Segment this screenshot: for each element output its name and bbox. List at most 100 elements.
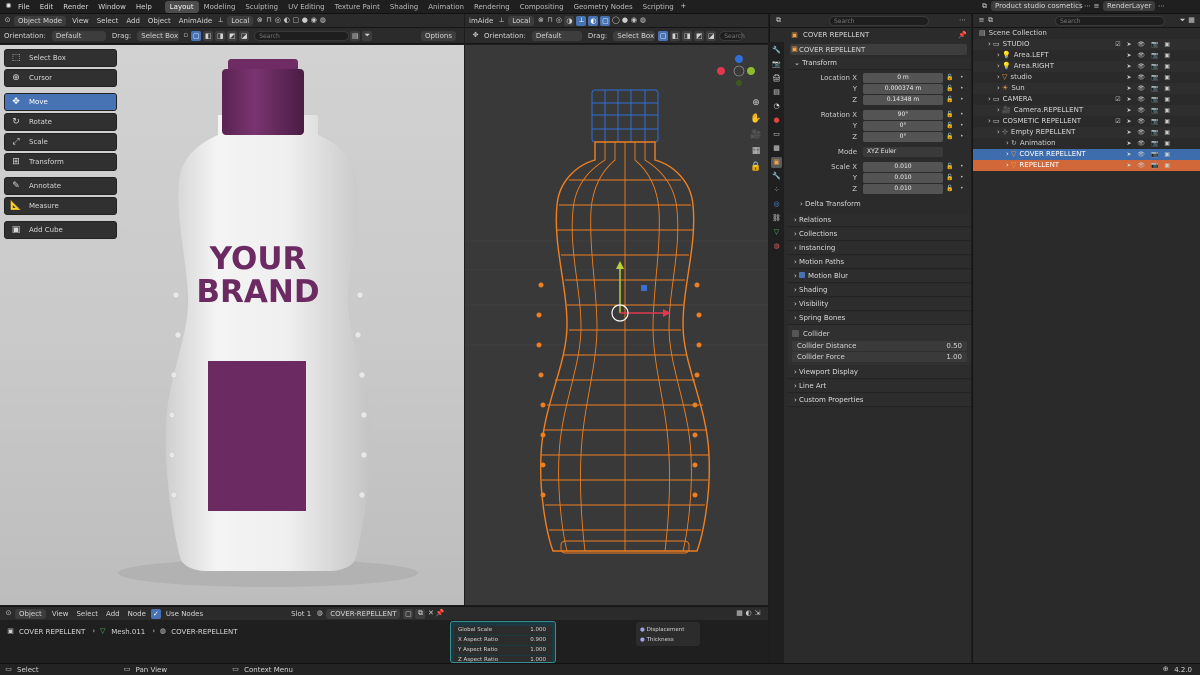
keyframe-location-z-icon[interactable]: •	[960, 96, 964, 103]
shader-add-menu[interactable]: Add	[102, 610, 124, 618]
collider-force-field[interactable]: Collider Force 1.00	[792, 352, 967, 362]
add-workspace-icon[interactable]: +	[679, 2, 688, 11]
object-mode-selector[interactable]: Object Mode	[14, 15, 67, 26]
shader-node-canvas[interactable]: ▣ COVER REPELLENT › ▽ Mesh.011 › ◍ COVER…	[0, 620, 768, 663]
select-extend-icon-2[interactable]: ◧	[670, 30, 681, 41]
pivot-icon-2[interactable]: ⊗	[536, 16, 545, 25]
tab-scripting[interactable]: Scripting	[638, 1, 679, 13]
location-z-field[interactable]: 0.14348 m	[863, 95, 943, 105]
keyframe-scale-z-icon[interactable]: •	[960, 185, 964, 192]
outliner-row-scene-collection[interactable]: ▤ Scene Collection	[973, 28, 1200, 39]
scene-selector[interactable]: Product studio cosmetics	[991, 1, 1083, 11]
render-layer-selector[interactable]: RenderLayer	[1103, 1, 1155, 11]
tool-move[interactable]: ✥ Move	[4, 93, 117, 111]
properties-editor-type-icon[interactable]: ⧉	[774, 16, 783, 25]
view-layer-tab-icon[interactable]: ▤	[771, 87, 782, 98]
options-button[interactable]: Options	[420, 30, 456, 41]
visibility-toggles-icon[interactable]: ➤ 👁 📷 ▣	[1126, 83, 1172, 94]
tool-transform[interactable]: ⊞ Transform	[4, 153, 117, 171]
mapping-node[interactable]: Global Scale 1.000 X Aspect Ratio 0.900 Y As…	[450, 621, 556, 663]
navigation-gizmo[interactable]	[717, 55, 755, 86]
select-subtract-icon-2[interactable]: ◨	[682, 30, 693, 41]
panel-spring-bones[interactable]: › Spring Bones	[788, 312, 971, 325]
select-invert-icon-2[interactable]: ◩	[694, 30, 705, 41]
network-icon[interactable]: ⊕	[1161, 665, 1170, 674]
menu-edit[interactable]: Edit	[35, 0, 59, 14]
motion-blur-checkbox[interactable]	[799, 272, 806, 278]
data-tab-icon[interactable]: ▽	[771, 227, 782, 238]
keyframe-rotation-z-icon[interactable]: •	[960, 133, 964, 140]
shading-solid-icon[interactable]: ●	[300, 16, 309, 25]
panel-instancing[interactable]: › Instancing	[788, 242, 971, 255]
tool-search-input-2[interactable]: Search	[719, 30, 745, 41]
breadcrumb-material[interactable]: COVER-REPELLENT	[167, 628, 241, 636]
proportional-edit-icon-2[interactable]: ◎	[554, 16, 563, 25]
tool-cursor[interactable]: ⊕ Cursor	[4, 69, 117, 87]
material-tab-icon[interactable]: ◍	[771, 241, 782, 252]
collider-distance-field[interactable]: Collider Distance 0.50	[792, 341, 967, 351]
outliner-row-area-left[interactable]: › 💡 Area.LEFT ➤ 👁 📷 ▣	[973, 50, 1200, 61]
xray-toggle-icon[interactable]: ▢	[600, 15, 611, 26]
visibility-toggles-icon[interactable]: ➤ 👁 📷 ▣	[1126, 61, 1172, 72]
select-mode-icon[interactable]: ▫	[181, 31, 190, 40]
node-input-row[interactable]: Global Scale 1.000	[454, 626, 552, 635]
scale-x-field[interactable]: 0.010	[863, 162, 943, 172]
scale-y-field[interactable]: 0.010	[863, 173, 943, 183]
animaide-menu[interactable]: AnimAide	[175, 17, 216, 25]
node-input-row[interactable]: Z Aspect Ratio 1.000	[454, 656, 552, 662]
tab-animation[interactable]: Animation	[423, 1, 469, 13]
object-name-field[interactable]: ▣ COVER REPELLENT	[790, 44, 967, 55]
tab-sculpting[interactable]: Sculpting	[240, 1, 283, 13]
menu-help[interactable]: Help	[131, 0, 157, 14]
tool-search-input[interactable]: Search	[254, 30, 350, 41]
display-mode-icon[interactable]: ⧉	[986, 16, 995, 25]
visibility-toggle-icon[interactable]: ◑	[564, 15, 575, 26]
location-x-field[interactable]: 0 m	[863, 73, 943, 83]
select-intersect-icon[interactable]: ◪	[239, 30, 250, 41]
tab-compositing[interactable]: Compositing	[515, 1, 569, 13]
visibility-toggles-icon[interactable]: ➤ 👁 📷 ▣	[1126, 72, 1172, 83]
outliner-row-camera-repellent[interactable]: › 🎥 Camera.REPELLENT ➤ 👁 📷 ▣	[973, 105, 1200, 116]
visibility-toggles-icon[interactable]: ☑ ➤ 👁 📷 ▣	[1115, 94, 1172, 105]
search-options-icon[interactable]: ▤	[350, 30, 361, 41]
wireframe-shading-icon[interactable]: ◯	[611, 16, 620, 25]
tool-annotate[interactable]: ✎ Annotate	[4, 177, 117, 195]
panel-viewport-display[interactable]: › Viewport Display	[788, 366, 971, 379]
shading-material-icon[interactable]: ◉	[309, 16, 318, 25]
tool-rotate[interactable]: ↻ Rotate	[4, 113, 117, 131]
world-tab-icon[interactable]: ●	[771, 115, 782, 126]
visibility-toggles-icon[interactable]: ➤ 👁 📷 ▣	[1126, 160, 1172, 171]
drag-selector[interactable]: Select Box	[137, 30, 180, 41]
overlay-shader-icon[interactable]: ◐	[744, 609, 753, 618]
texture-tab-icon[interactable]: ▦	[771, 143, 782, 154]
rotation-x-field[interactable]: 90°	[863, 110, 943, 120]
view-menu[interactable]: View	[68, 17, 93, 25]
pin-shader-icon[interactable]: 📌	[435, 609, 445, 618]
particles-tab-icon[interactable]: ⁘	[771, 185, 782, 196]
physics-tab-icon[interactable]: ◎	[771, 199, 782, 210]
snap-icon[interactable]: ⊓	[264, 16, 273, 25]
gizmo-toggle-icon[interactable]: ⟂	[576, 15, 587, 26]
xray-icon[interactable]: ▢	[291, 16, 300, 25]
collider-toggle[interactable]: Collider	[792, 328, 967, 339]
lock-rotation-z-icon[interactable]: 🔓	[946, 133, 953, 140]
keyframe-rotation-x-icon[interactable]: •	[960, 111, 964, 118]
filter-icon[interactable]: ⏷	[362, 30, 373, 41]
shader-editor-type-icon[interactable]: ⊙	[4, 609, 13, 618]
add-menu[interactable]: Add	[122, 17, 144, 25]
scene-options-icon[interactable]: ⋯	[1083, 2, 1092, 11]
lock-rotation-y-icon[interactable]: 🔓	[946, 122, 953, 129]
orientation-selector-2[interactable]: Default	[531, 30, 582, 41]
overlay-icon[interactable]: ◐	[282, 16, 291, 25]
location-y-field[interactable]: 0.000374 m	[863, 84, 943, 94]
pan-hand-icon[interactable]: ✋	[749, 111, 763, 127]
keyframe-location-x-icon[interactable]: •	[960, 74, 964, 81]
blender-logo-icon[interactable]: ✺	[4, 2, 13, 11]
lock-location-z-icon[interactable]: 🔓	[946, 96, 953, 103]
tool-add-cube[interactable]: ▣ Add Cube	[4, 221, 117, 239]
scale-z-field[interactable]: 0.010	[863, 184, 943, 194]
visibility-toggles-icon[interactable]: ➤ 👁 📷 ▣	[1126, 138, 1172, 149]
tool-select-box[interactable]: ⬚ Select Box	[4, 49, 117, 67]
render-tab-icon[interactable]: 📷	[771, 59, 782, 70]
output-tab-icon[interactable]: 🖨	[771, 73, 782, 84]
